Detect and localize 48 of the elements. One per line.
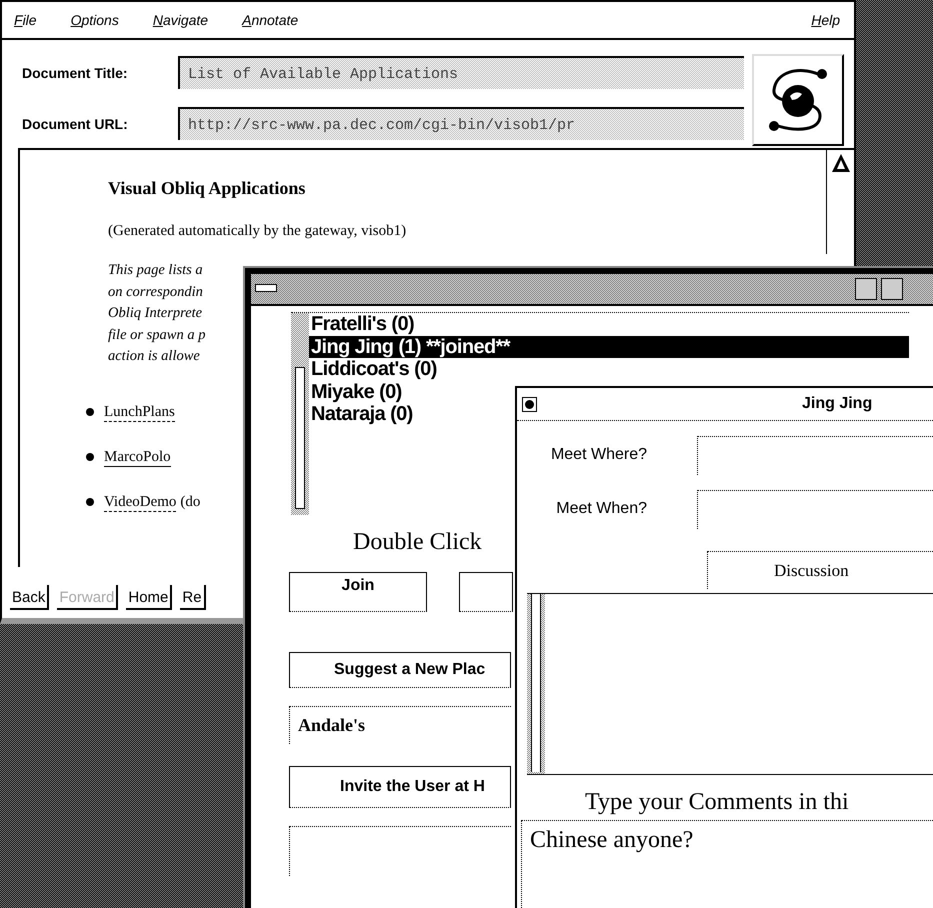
list-item[interactable]: Liddicoat's (0) (309, 358, 437, 380)
text-field[interactable]: List of Available Applications (178, 56, 744, 89)
link-note: (do (180, 494, 200, 510)
field-label: Document Title: (22, 64, 129, 80)
menu-item[interactable]: File (14, 12, 37, 28)
menu-item[interactable]: Navigate (152, 12, 208, 28)
app-link[interactable]: MarcoPolo (104, 448, 171, 466)
instruction-text: Double Click (353, 529, 483, 556)
user-field[interactable] (289, 826, 511, 876)
nav-button[interactable]: Back (10, 585, 50, 610)
help-menu[interactable]: Help (811, 12, 840, 28)
bullet-icon (86, 498, 94, 506)
app-link[interactable]: LunchPlans (104, 402, 175, 422)
menu-item[interactable]: Annotate (242, 12, 298, 28)
scrollbar[interactable] (291, 313, 309, 515)
scroll-thumb[interactable] (295, 367, 305, 509)
list-item[interactable]: Fratelli's (0) (309, 313, 414, 336)
bullet-icon (86, 408, 94, 416)
place-field[interactable]: Andale's (289, 706, 511, 744)
prompt-text: Type your Comments in thi (585, 789, 850, 816)
action-button[interactable] (459, 572, 513, 612)
field-label: Document URL: (22, 116, 129, 132)
field-label: Meet Where? (550, 446, 648, 464)
note-text: (Generated automatically by the gateway, visob1) (108, 223, 408, 240)
close-box-icon[interactable] (522, 396, 537, 412)
up-arrow-icon[interactable] (830, 152, 852, 174)
bullet-icon (86, 453, 94, 461)
window-title: Jing Jing (802, 395, 872, 413)
page-heading: Visual Obliq Applications (108, 178, 306, 199)
nav-button[interactable]: Home (126, 585, 172, 610)
menu-item[interactable]: Options (70, 12, 119, 28)
window-menu-icon[interactable] (255, 284, 277, 292)
input-field[interactable] (697, 436, 933, 474)
action-button[interactable]: Join (289, 572, 427, 612)
input-field[interactable] (697, 490, 933, 528)
nav-button[interactable]: Re (180, 585, 206, 610)
app-link[interactable]: VideoDemo (104, 492, 176, 512)
logo-button[interactable] (752, 54, 844, 146)
list-item[interactable]: Nataraja (0) (309, 403, 413, 426)
field-label: Meet When? (555, 500, 648, 518)
suggest-button[interactable]: Suggest a New Plac (289, 652, 511, 688)
list-item[interactable]: Jing Jing (1) **joined** (309, 336, 909, 358)
invite-button[interactable]: Invite the User at H (289, 766, 511, 808)
intro-paragraph: This page lists a on correspondin Obliq Interprete file or spawn a p action is allowe (108, 261, 206, 366)
list-item[interactable]: Miyake (0) (309, 380, 402, 403)
comment-field[interactable]: Chinese anyone? (521, 820, 933, 908)
discussion-tab[interactable]: Discussion (707, 551, 933, 589)
scrollbar[interactable] (527, 594, 545, 774)
